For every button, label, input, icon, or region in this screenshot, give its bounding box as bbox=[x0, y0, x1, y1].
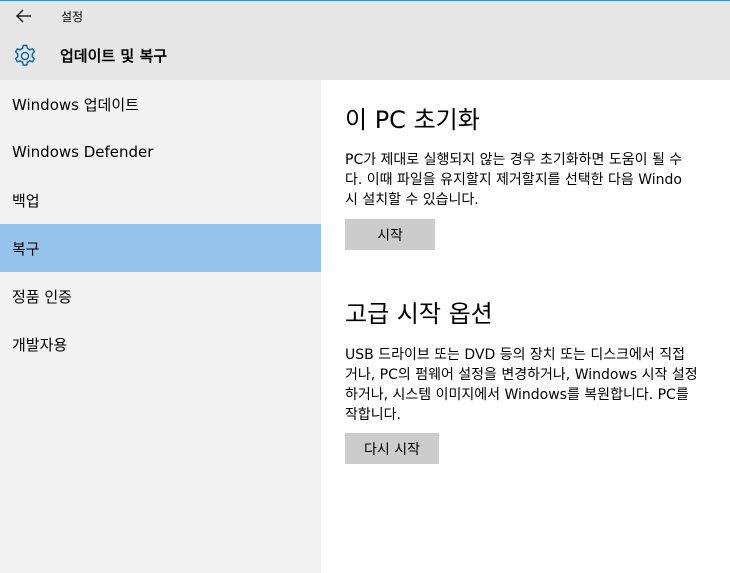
advanced-startup-description: USB 드라이브 또는 DVD 등의 장치 또는 디스크에서 직접 거나, PC… bbox=[345, 345, 730, 425]
page-header: 업데이트 및 복구 bbox=[0, 32, 730, 80]
sidebar-item-label: 정품 인증 bbox=[12, 287, 72, 306]
sidebar-item-label: 백업 bbox=[12, 191, 40, 210]
sidebar-item-activation[interactable]: 정품 인증 bbox=[0, 272, 321, 320]
description-line: USB 드라이브 또는 DVD 등의 장치 또는 디스크에서 직접 bbox=[345, 347, 685, 363]
description-line: 다. 이때 파일을 유지할지 제거할지를 선택한 다음 Windo bbox=[345, 172, 682, 188]
settings-window: 설정 업데이트 및 복구 Windows 업데이트 Windows Defend… bbox=[0, 0, 730, 573]
reset-start-button[interactable]: 시작 bbox=[345, 219, 435, 250]
description-line: 작합니다. bbox=[345, 407, 401, 423]
sidebar-item-label: 개발자용 bbox=[12, 335, 68, 354]
title-bar: 설정 bbox=[0, 0, 730, 32]
advanced-startup-title: 고급 시작 옵션 bbox=[345, 300, 493, 328]
description-line: PC가 제대로 실행되지 않는 경우 초기화하면 도움이 될 수 bbox=[345, 152, 683, 168]
sidebar-item-backup[interactable]: 백업 bbox=[0, 176, 321, 224]
sidebar-item-label: Windows 업데이트 bbox=[12, 95, 139, 114]
sidebar-item-recovery[interactable]: 복구 bbox=[0, 224, 321, 272]
sidebar-item-label: Windows Defender bbox=[12, 143, 154, 161]
sidebar-item-label: 복구 bbox=[12, 239, 40, 258]
reset-pc-description: PC가 제대로 실행되지 않는 경우 초기화하면 도움이 될 수 다. 이때 파… bbox=[345, 150, 730, 210]
reset-pc-title: 이 PC 초기화 bbox=[345, 106, 480, 134]
page-title: 업데이트 및 복구 bbox=[60, 47, 168, 65]
back-button[interactable] bbox=[10, 4, 38, 28]
description-line: 하거나, 시스템 이미지에서 Windows를 복원합니다. PC를 bbox=[345, 387, 689, 403]
sidebar-item-windows-update[interactable]: Windows 업데이트 bbox=[0, 80, 321, 128]
window-title: 설정 bbox=[61, 10, 84, 24]
description-line: 시 설치할 수 있습니다. bbox=[345, 192, 479, 208]
sidebar: Windows 업데이트 Windows Defender 백업 복구 정품 인… bbox=[0, 80, 321, 573]
main-content: 이 PC 초기화 PC가 제대로 실행되지 않는 경우 초기화하면 도움이 될 … bbox=[321, 80, 730, 573]
description-line: 거나, PC의 펌웨어 설정을 변경하거나, Windows 시작 설정 bbox=[345, 367, 698, 383]
restart-now-button[interactable]: 다시 시작 bbox=[345, 433, 439, 464]
gear-icon bbox=[14, 44, 36, 66]
back-arrow-icon bbox=[16, 9, 31, 23]
sidebar-item-windows-defender[interactable]: Windows Defender bbox=[0, 128, 321, 176]
sidebar-item-for-developers[interactable]: 개발자용 bbox=[0, 320, 321, 368]
